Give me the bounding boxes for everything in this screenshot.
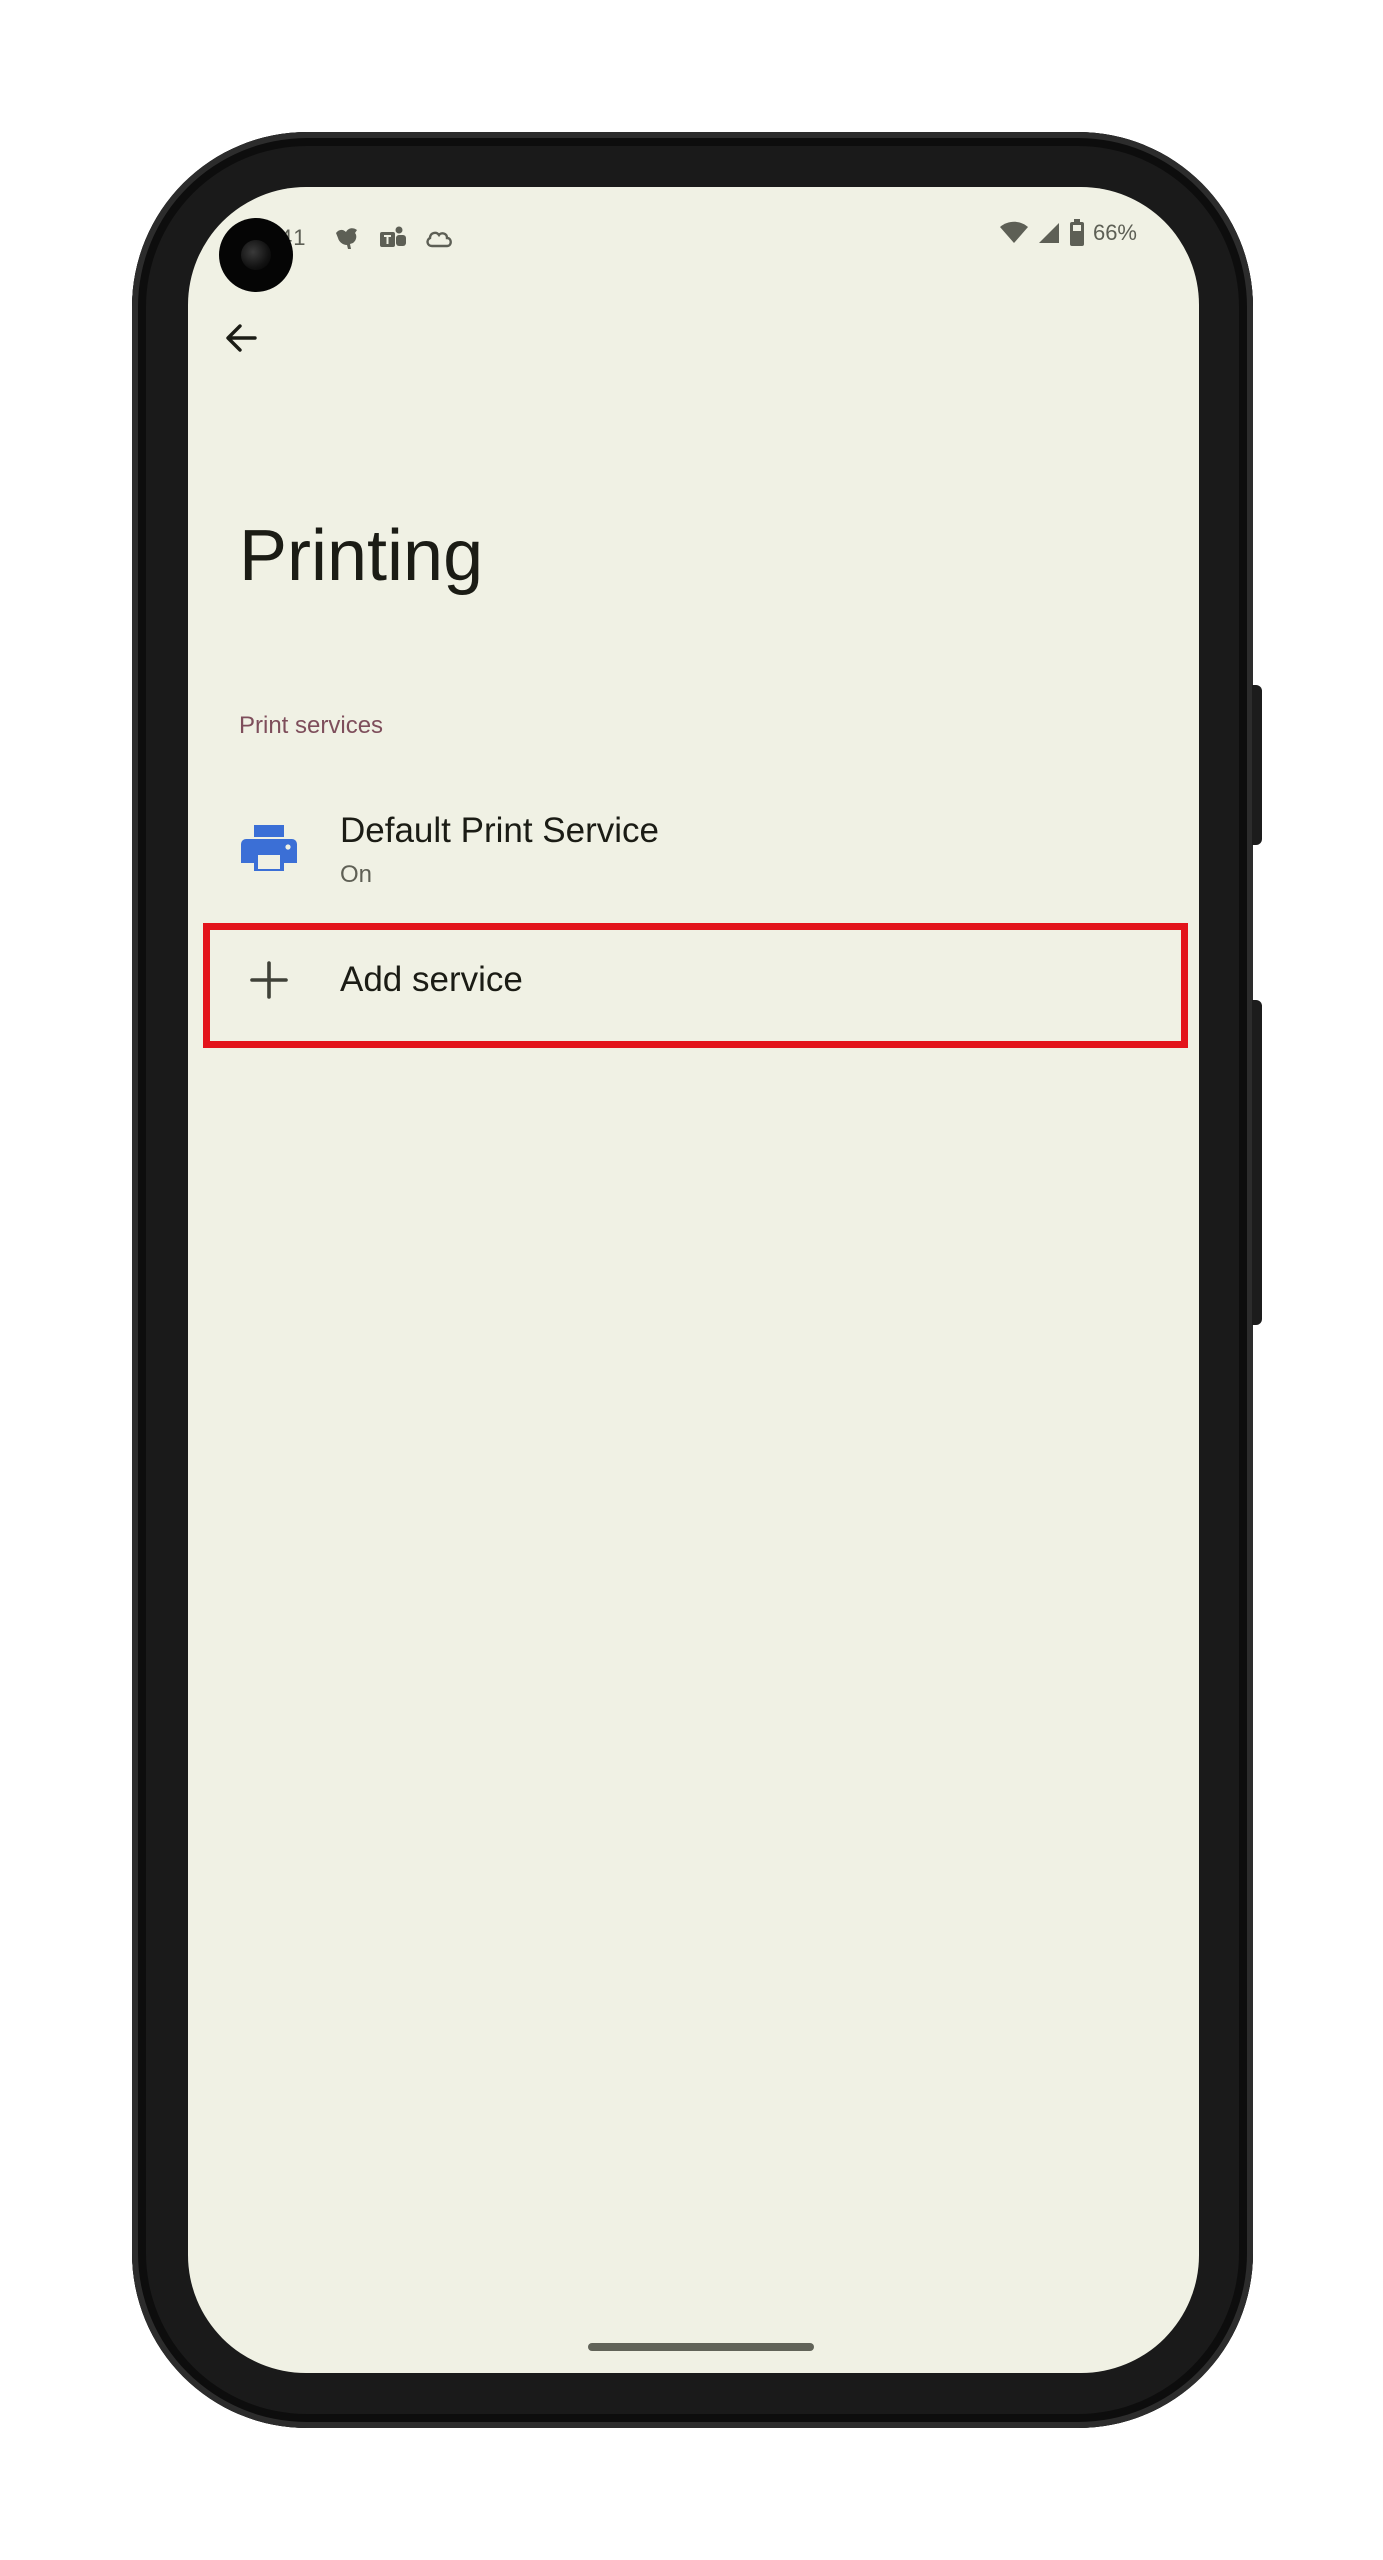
cell-signal-icon: [1037, 221, 1061, 245]
section-header-print-services: Print services: [239, 712, 384, 739]
bird-icon: [331, 223, 363, 253]
power-button: [1252, 685, 1262, 845]
printer-icon: [239, 820, 299, 880]
home-indicator[interactable]: [588, 2343, 814, 2351]
service-summary: On: [340, 860, 373, 888]
plus-icon: [239, 950, 299, 1010]
status-bar: 41 66%: [188, 187, 1199, 297]
add-service-label: Add service: [340, 960, 523, 999]
screen: 41 66% Printing Print services Default P…: [188, 187, 1199, 2373]
wifi-icon: [999, 221, 1029, 245]
teams-icon: [377, 223, 409, 253]
service-title: Default Print Service: [340, 810, 660, 850]
arrow-back-icon: [223, 320, 259, 361]
service-item-default-print[interactable]: Default Print Service On: [188, 792, 1199, 907]
add-service-button[interactable]: Add service: [188, 915, 1199, 1045]
back-button[interactable]: [208, 307, 274, 373]
front-camera: [219, 218, 293, 292]
battery-icon: [1069, 219, 1085, 247]
page-title: Printing: [239, 516, 484, 596]
system-status: 66%: [999, 219, 1137, 247]
cloud-icon: [423, 223, 455, 253]
notification-icons: [331, 223, 455, 253]
battery-percent: 66%: [1092, 220, 1137, 245]
service-text: Default Print Service On: [340, 811, 659, 889]
volume-button: [1252, 1000, 1262, 1325]
stage: 41 66% Printing Print services Default P…: [0, 0, 1383, 2560]
add-service-text: Add service: [340, 960, 523, 1000]
